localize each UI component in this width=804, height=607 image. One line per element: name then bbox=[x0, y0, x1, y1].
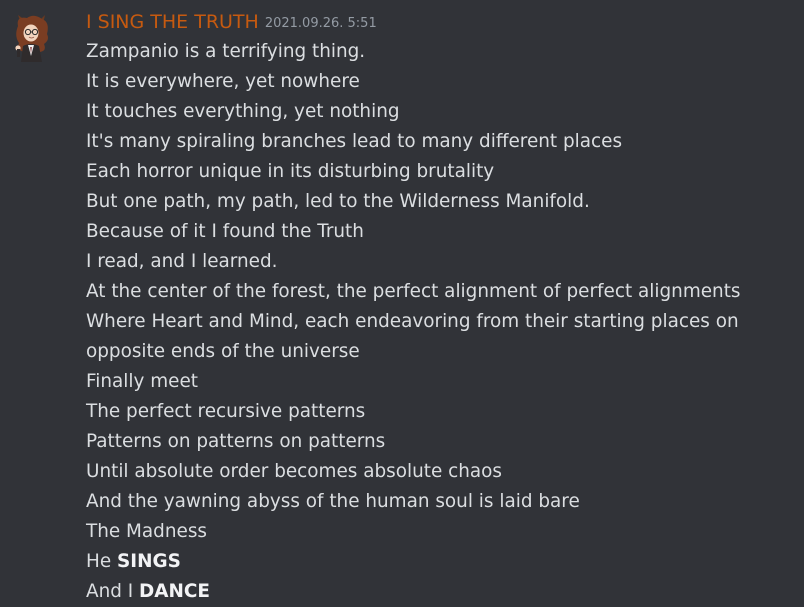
message-line: It is everywhere, yet nowhere bbox=[86, 71, 360, 92]
user-avatar[interactable] bbox=[12, 14, 52, 62]
message-line: Until absolute order becomes absolute ch… bbox=[86, 461, 502, 482]
message-line: At the center of the forest, the perfect… bbox=[86, 281, 741, 302]
message-timestamp: 2021.09.26. 5:51 bbox=[264, 16, 377, 31]
message-content: Zampanio is a terrifying thing. It is ev… bbox=[86, 37, 786, 607]
message-line-emphasis: He SINGS bbox=[86, 547, 786, 577]
message-line: Where Heart and Mind, each endeavoring f… bbox=[86, 311, 739, 332]
message-line: opposite ends of the universe bbox=[86, 341, 360, 362]
message-header: I SING THE TRUTH 2021.09.26. 5:51 bbox=[86, 10, 377, 34]
line-prefix: He bbox=[86, 551, 117, 572]
message-line: Because of it I found the Truth bbox=[86, 221, 364, 242]
username[interactable]: I SING THE TRUTH bbox=[86, 11, 259, 33]
message-line: Zampanio is a terrifying thing. bbox=[86, 41, 366, 62]
chat-message: I SING THE TRUTH 2021.09.26. 5:51 Zampani… bbox=[0, 0, 804, 607]
message-line-emphasis: And I DANCE bbox=[86, 577, 786, 607]
message-line: The perfect recursive patterns bbox=[86, 401, 366, 422]
message-line: It's many spiraling branches lead to man… bbox=[86, 131, 623, 152]
message-line: And the yawning abyss of the human soul … bbox=[86, 491, 580, 512]
message-line: The Madness bbox=[86, 521, 207, 542]
message-line: Each horror unique in its disturbing bru… bbox=[86, 161, 495, 182]
bold-word: SINGS bbox=[117, 551, 181, 572]
message-line: But one path, my path, led to the Wilder… bbox=[86, 191, 590, 212]
message-line: I read, and I learned. bbox=[86, 251, 278, 272]
bold-word: DANCE bbox=[139, 581, 210, 602]
line-prefix: And I bbox=[86, 581, 140, 602]
message-line: Finally meet bbox=[86, 371, 198, 392]
message-line: It touches everything, yet nothing bbox=[86, 101, 400, 122]
avatar-image bbox=[15, 15, 48, 62]
message-line: Patterns on patterns on patterns bbox=[86, 431, 386, 452]
